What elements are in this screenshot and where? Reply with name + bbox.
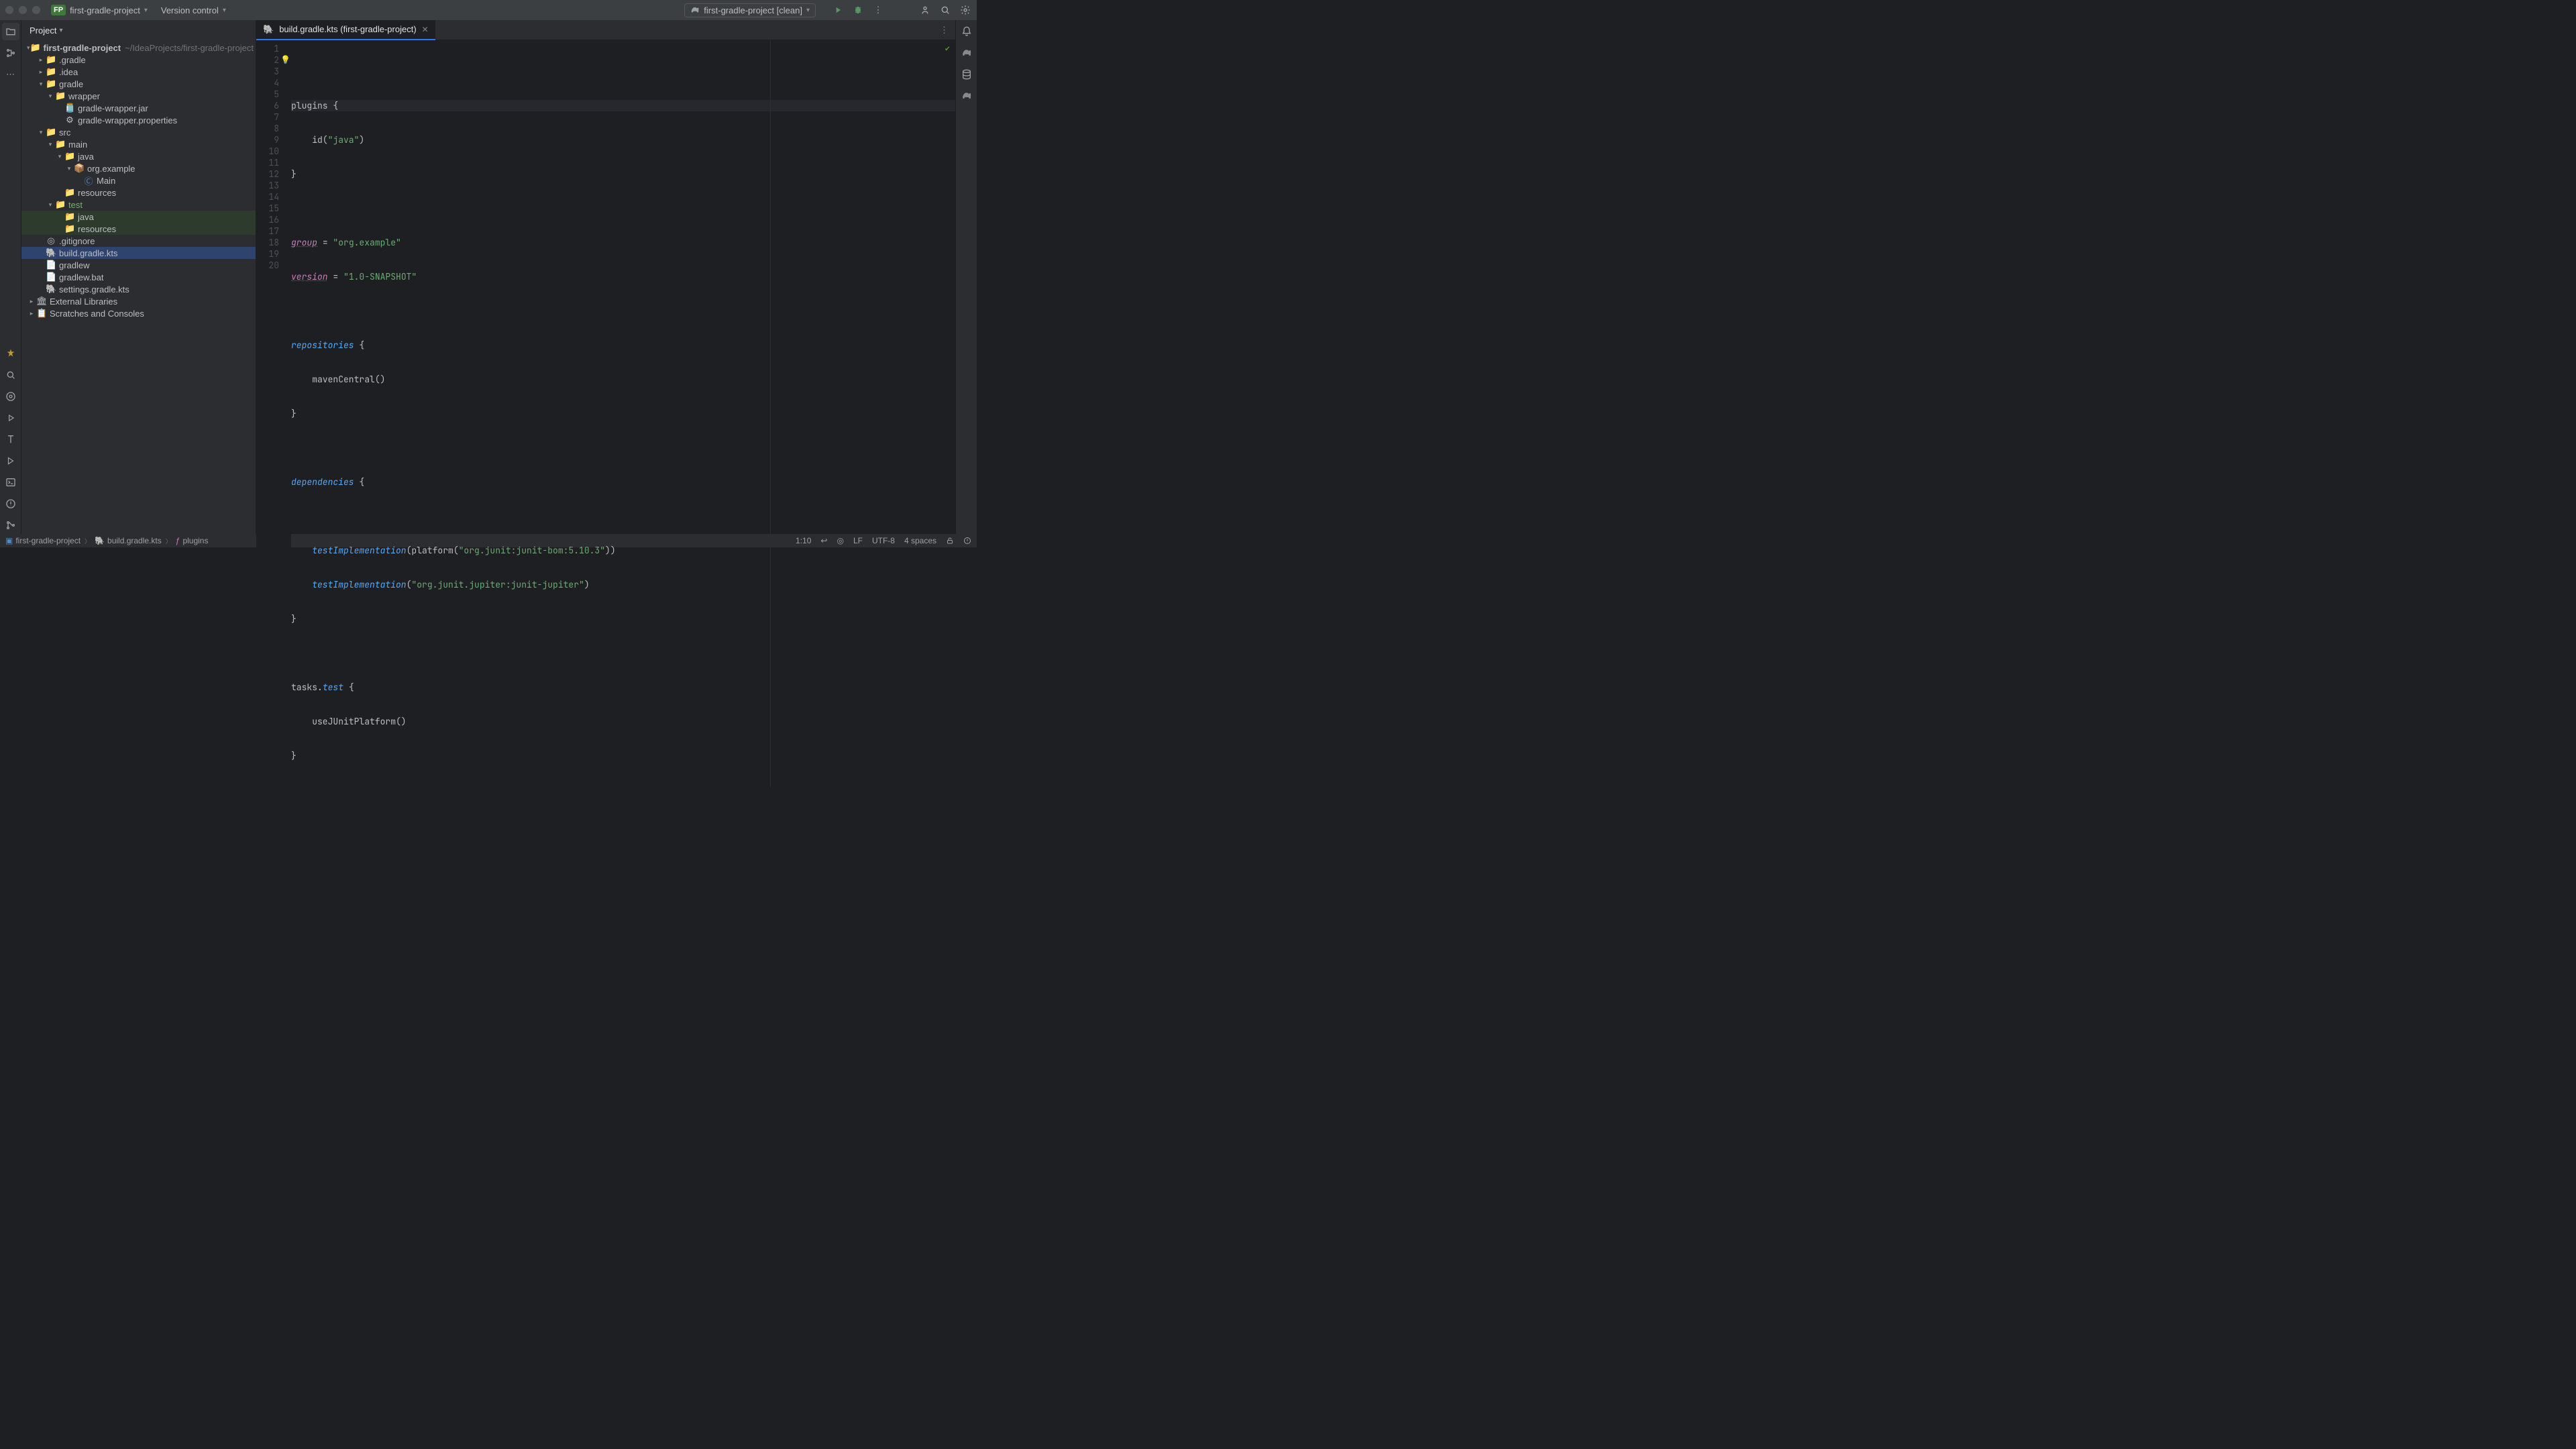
analysis-ok-icon[interactable]: ✔ <box>945 43 950 54</box>
tree-node-src[interactable]: ▾📁src <box>21 126 256 138</box>
gradle-icon: 🐘 <box>95 536 105 545</box>
code-editor[interactable]: 1234567891011121314151617181920 ✔ 💡 plug… <box>256 40 955 787</box>
left-tool-strip: ⋯ <box>0 20 21 534</box>
project-panel-header[interactable]: Project ▾ <box>21 20 256 40</box>
code-with-me-icon[interactable] <box>919 4 931 16</box>
services-tool-button[interactable] <box>2 345 19 362</box>
function-icon: ƒ <box>176 536 180 545</box>
settings-icon[interactable] <box>959 4 971 16</box>
close-icon[interactable]: ✕ <box>422 25 429 34</box>
tree-node-gradle[interactable]: ▾📁gradle <box>21 78 256 90</box>
tree-node-external-libs[interactable]: ▸🏛External Libraries <box>21 295 256 307</box>
tree-node-settings-gradle[interactable]: 🐘settings.gradle.kts <box>21 283 256 295</box>
memory-indicator-icon[interactable] <box>963 537 971 545</box>
run-config-label: first-gradle-project [clean] <box>704 5 802 15</box>
tree-node-scratches[interactable]: ▸📋Scratches and Consoles <box>21 307 256 319</box>
search-everywhere-icon[interactable] <box>939 4 951 16</box>
tree-node-test[interactable]: ▾📁test <box>21 199 256 211</box>
code-content[interactable]: ✔ 💡 plugins { id("java") } group = "org.… <box>291 40 955 787</box>
vcs-tool-button[interactable] <box>2 388 19 405</box>
gradle-icon <box>690 5 700 15</box>
project-name: first-gradle-project <box>70 5 140 15</box>
intention-bulb-icon[interactable]: 💡 <box>280 54 290 66</box>
tree-node-main-class[interactable]: ⒸMain <box>21 174 256 186</box>
breadcrumb-item[interactable]: plugins <box>182 536 208 545</box>
project-tree[interactable]: ▾📁first-gradle-project~/IdeaProjects/fir… <box>21 40 256 534</box>
debug-button[interactable] <box>852 4 864 16</box>
tree-node-gitignore[interactable]: ◎.gitignore <box>21 235 256 247</box>
tab-options-button[interactable]: ⋮ <box>933 25 955 36</box>
chevron-down-icon: ▾ <box>223 7 226 14</box>
tree-node-root[interactable]: ▾📁first-gradle-project~/IdeaProjects/fir… <box>21 42 256 54</box>
tree-node-idea[interactable]: ▸📁.idea <box>21 66 256 78</box>
chevron-right-icon: 〉 <box>166 537 172 545</box>
tree-node-package[interactable]: ▾📦org.example <box>21 162 256 174</box>
project-panel: Project ▾ ▾📁first-gradle-project~/IdeaPr… <box>21 20 256 534</box>
tree-node-wrapper-jar[interactable]: 🫙gradle-wrapper.jar <box>21 102 256 114</box>
gradle-icon: 🐘 <box>263 24 274 35</box>
run-button[interactable] <box>832 4 844 16</box>
chevron-down-icon: ▾ <box>144 7 148 14</box>
tree-node-gradlew-bat[interactable]: 📄gradlew.bat <box>21 271 256 283</box>
tree-node-gradle-hidden[interactable]: ▸📁.gradle <box>21 54 256 66</box>
vcs-label: Version control <box>161 5 219 15</box>
title-bar: FP first-gradle-project ▾ Version contro… <box>0 0 977 20</box>
editor-area: 🐘 build.gradle.kts (first-gradle-project… <box>256 20 955 534</box>
chevron-down-icon: ▾ <box>59 27 62 34</box>
breadcrumb-item[interactable]: build.gradle.kts <box>107 536 162 545</box>
minimize-window-icon[interactable] <box>19 6 27 14</box>
run-tool-button[interactable] <box>2 409 19 427</box>
problems-tool-button[interactable] <box>2 495 19 513</box>
more-actions-button[interactable]: ⋮ <box>872 4 884 16</box>
tree-node-main-java[interactable]: ▾📁java <box>21 150 256 162</box>
maven-tool-button[interactable] <box>958 87 975 105</box>
tree-node-test-java[interactable]: 📁java <box>21 211 256 223</box>
chevron-down-icon: ▾ <box>806 7 810 14</box>
gradle-tool-button[interactable] <box>958 44 975 62</box>
build-tool-button[interactable] <box>2 452 19 470</box>
zoom-window-icon[interactable] <box>32 6 40 14</box>
notifications-tool-button[interactable] <box>958 23 975 40</box>
right-margin-guide <box>770 40 771 787</box>
tree-node-build-gradle[interactable]: 🐘build.gradle.kts <box>21 247 256 259</box>
structure-tool-button[interactable] <box>2 44 19 62</box>
more-tool-button[interactable]: ⋯ <box>2 66 19 83</box>
project-badge: FP <box>51 5 66 15</box>
right-tool-strip <box>955 20 977 534</box>
editor-tab[interactable]: 🐘 build.gradle.kts (first-gradle-project… <box>256 20 435 40</box>
database-tool-button[interactable] <box>958 66 975 83</box>
breadcrumb-item[interactable]: first-gradle-project <box>15 536 80 545</box>
close-window-icon[interactable] <box>5 6 13 14</box>
tree-node-main-resources[interactable]: 📁resources <box>21 186 256 199</box>
tree-node-test-resources[interactable]: 📁resources <box>21 223 256 235</box>
find-tool-button[interactable] <box>2 366 19 384</box>
project-selector[interactable]: FP first-gradle-project ▾ <box>51 5 148 15</box>
vcs-selector[interactable]: Version control ▾ <box>161 5 226 15</box>
tree-node-main[interactable]: ▾📁main <box>21 138 256 150</box>
module-icon: ▣ <box>5 536 13 545</box>
tree-node-wrapper-props[interactable]: ⚙gradle-wrapper.properties <box>21 114 256 126</box>
project-tool-button[interactable] <box>2 23 19 40</box>
editor-tab-bar: 🐘 build.gradle.kts (first-gradle-project… <box>256 20 955 40</box>
line-gutter: 1234567891011121314151617181920 <box>256 40 291 787</box>
window-controls[interactable] <box>5 6 40 14</box>
type-tool-button[interactable] <box>2 431 19 448</box>
tab-label: build.gradle.kts (first-gradle-project) <box>279 24 416 34</box>
git-tool-button[interactable] <box>2 517 19 534</box>
tree-node-gradlew[interactable]: 📄gradlew <box>21 259 256 271</box>
run-config-selector[interactable]: first-gradle-project [clean] ▾ <box>684 3 816 17</box>
project-panel-title: Project <box>30 25 56 36</box>
terminal-tool-button[interactable] <box>2 474 19 491</box>
tree-node-wrapper[interactable]: ▾📁wrapper <box>21 90 256 102</box>
chevron-right-icon: 〉 <box>85 537 91 545</box>
